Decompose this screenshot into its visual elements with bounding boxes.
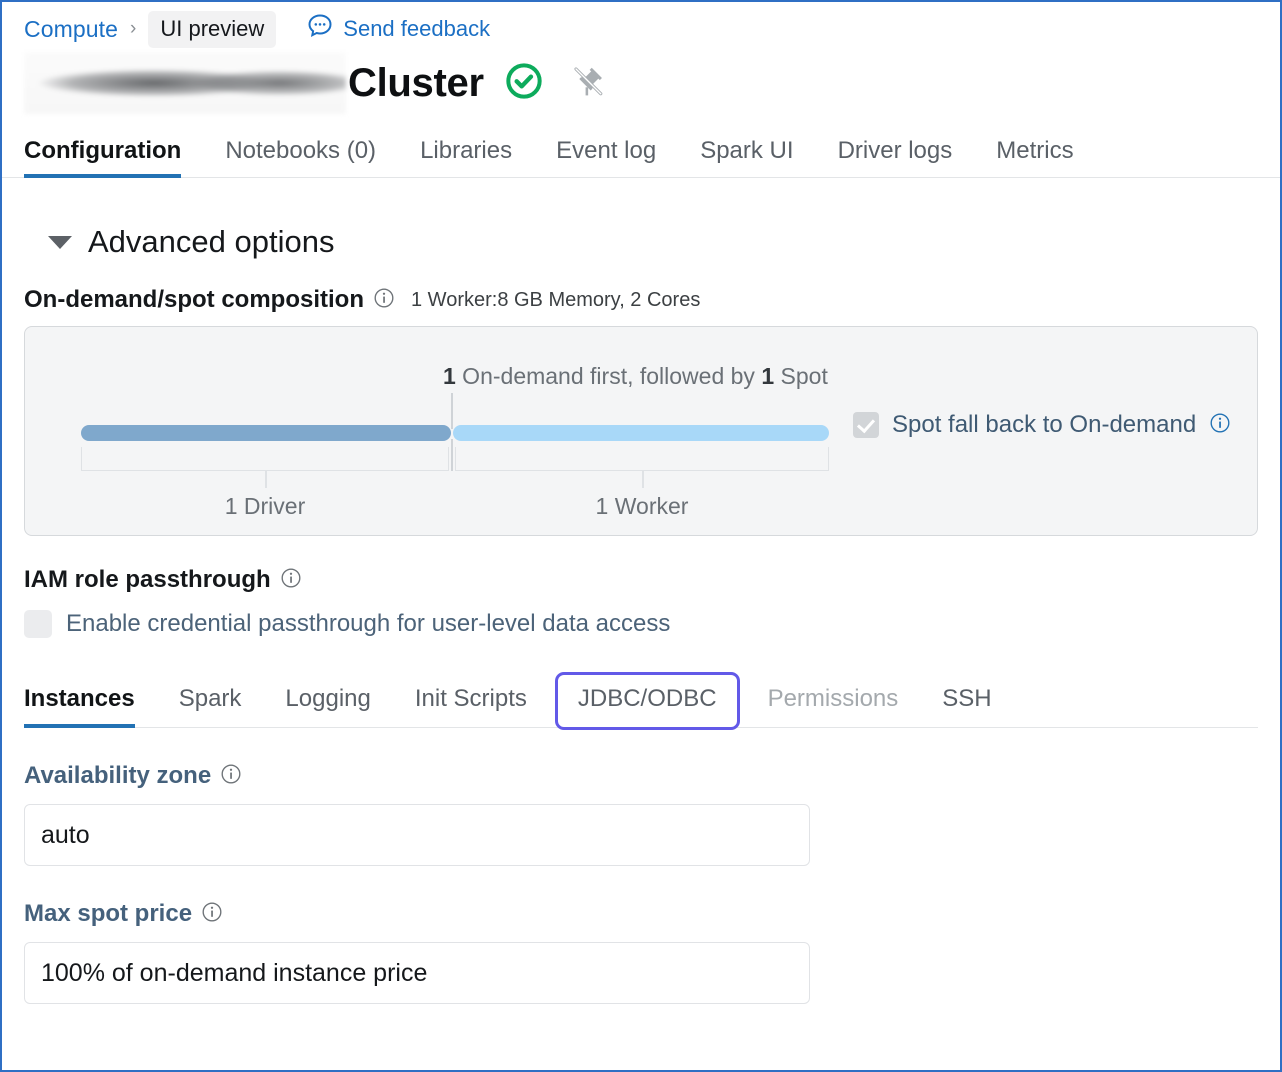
composition-bar-driver-segment xyxy=(81,425,451,441)
composition-summary: 1 Worker:8 GB Memory, 2 Cores xyxy=(411,288,701,311)
check-circle-icon xyxy=(504,61,544,106)
tab-libraries[interactable]: Libraries xyxy=(398,137,534,177)
chevron-down-icon xyxy=(48,235,72,249)
composition-header: On-demand/spot composition 1 Worker:8 GB… xyxy=(24,286,1258,314)
subtab-jdbc-odbc[interactable]: JDBC/ODBC xyxy=(554,672,740,730)
primary-tab-bar: Configuration Notebooks (0) Libraries Ev… xyxy=(2,126,1280,178)
composition-bar-worker-segment xyxy=(453,425,829,441)
availability-zone-field: Availability zone auto xyxy=(24,762,1258,866)
subtab-logging[interactable]: Logging xyxy=(263,685,392,727)
tab-spark-ui[interactable]: Spark UI xyxy=(678,137,815,177)
iam-info-icon[interactable] xyxy=(280,567,302,594)
unpin-icon[interactable] xyxy=(570,63,606,104)
composition-label: On-demand/spot composition xyxy=(24,286,364,313)
info-icon[interactable] xyxy=(373,287,395,314)
availability-zone-label-row: Availability zone xyxy=(24,762,1258,790)
iam-passthrough-checkbox-label: Enable credential passthrough for user-l… xyxy=(66,610,671,637)
composition-worker-label: 1 Worker xyxy=(595,493,689,519)
composition-caption-suffix: Spot xyxy=(774,363,828,389)
breadcrumb-separator-icon: › xyxy=(130,18,137,39)
cluster-configuration-page: Compute › UI preview Send feedback Clust… xyxy=(0,0,1282,1072)
max-spot-price-info-icon[interactable] xyxy=(201,901,223,928)
composition-caption-ondemand-count: 1 xyxy=(443,363,456,389)
iam-passthrough-row: Enable credential passthrough for user-l… xyxy=(24,610,1258,638)
cluster-name-redacted xyxy=(24,52,346,114)
iam-passthrough-label: IAM role passthrough xyxy=(24,566,271,593)
composition-worker-bracket xyxy=(455,447,829,488)
composition-worker-bracket-tick xyxy=(642,470,644,488)
tab-driver-logs[interactable]: Driver logs xyxy=(816,137,975,177)
ui-preview-badge[interactable]: UI preview xyxy=(148,10,277,48)
composition-split-tick-top xyxy=(451,393,453,429)
secondary-tab-bar: Instances Spark Logging Init Scripts JDB… xyxy=(24,670,1258,730)
subtab-init-scripts[interactable]: Init Scripts xyxy=(393,685,549,727)
subtab-ssh[interactable]: SSH xyxy=(920,685,1013,727)
tab-notebooks[interactable]: Notebooks (0) xyxy=(203,137,398,177)
availability-zone-info-icon[interactable] xyxy=(220,763,242,790)
subtab-instances[interactable]: Instances xyxy=(24,685,157,728)
page-title: Cluster xyxy=(2,52,1280,114)
advanced-options-label: Advanced options xyxy=(88,224,335,259)
subtab-spark[interactable]: Spark xyxy=(157,685,264,727)
spot-fallback-checkbox[interactable] xyxy=(853,412,879,438)
tab-event-log[interactable]: Event log xyxy=(534,137,678,177)
spot-fallback-row: Spot fall back to On-demand xyxy=(853,411,1231,439)
composition-panel: 1 On-demand first, followed by 1 Spot 1 … xyxy=(24,326,1258,536)
speech-bubble-icon xyxy=(306,12,334,46)
composition-driver-bracket-tick xyxy=(265,470,267,488)
max-spot-price-input[interactable]: 100% of on-demand instance price xyxy=(24,942,810,1004)
tab-configuration[interactable]: Configuration xyxy=(24,137,203,178)
composition-caption: 1 On-demand first, followed by 1 Spot xyxy=(443,363,828,390)
send-feedback-label: Send feedback xyxy=(343,16,491,41)
composition-bar xyxy=(81,425,829,441)
max-spot-price-label: Max spot price xyxy=(24,900,193,927)
availability-zone-input[interactable]: auto xyxy=(24,804,810,866)
availability-zone-label: Availability zone xyxy=(24,762,212,789)
page-title-text: Cluster xyxy=(348,60,484,105)
advanced-options-toggle[interactable]: Advanced options xyxy=(48,224,1258,260)
spot-fallback-info-icon[interactable] xyxy=(1209,412,1231,439)
max-spot-price-field: Max spot price 100% of on-demand instanc… xyxy=(24,900,1258,1004)
breadcrumb: Compute › UI preview Send feedback xyxy=(2,2,1280,48)
breadcrumb-compute-link[interactable]: Compute xyxy=(24,16,118,43)
max-spot-price-label-row: Max spot price xyxy=(24,900,1258,928)
composition-caption-spot-count: 1 xyxy=(761,363,775,389)
composition-driver-bracket xyxy=(81,447,449,488)
composition-driver-label: 1 Driver xyxy=(224,493,306,519)
iam-passthrough-checkbox[interactable] xyxy=(24,610,52,638)
iam-passthrough-header: IAM role passthrough xyxy=(24,566,1258,594)
spot-fallback-label: Spot fall back to On-demand xyxy=(892,411,1197,438)
send-feedback-link[interactable]: Send feedback xyxy=(306,12,490,46)
tab-metrics[interactable]: Metrics xyxy=(974,137,1095,177)
composition-split-tick-bottom xyxy=(451,439,453,471)
subtab-permissions[interactable]: Permissions xyxy=(746,685,921,727)
composition-caption-middle: On-demand first, followed by xyxy=(455,363,762,389)
